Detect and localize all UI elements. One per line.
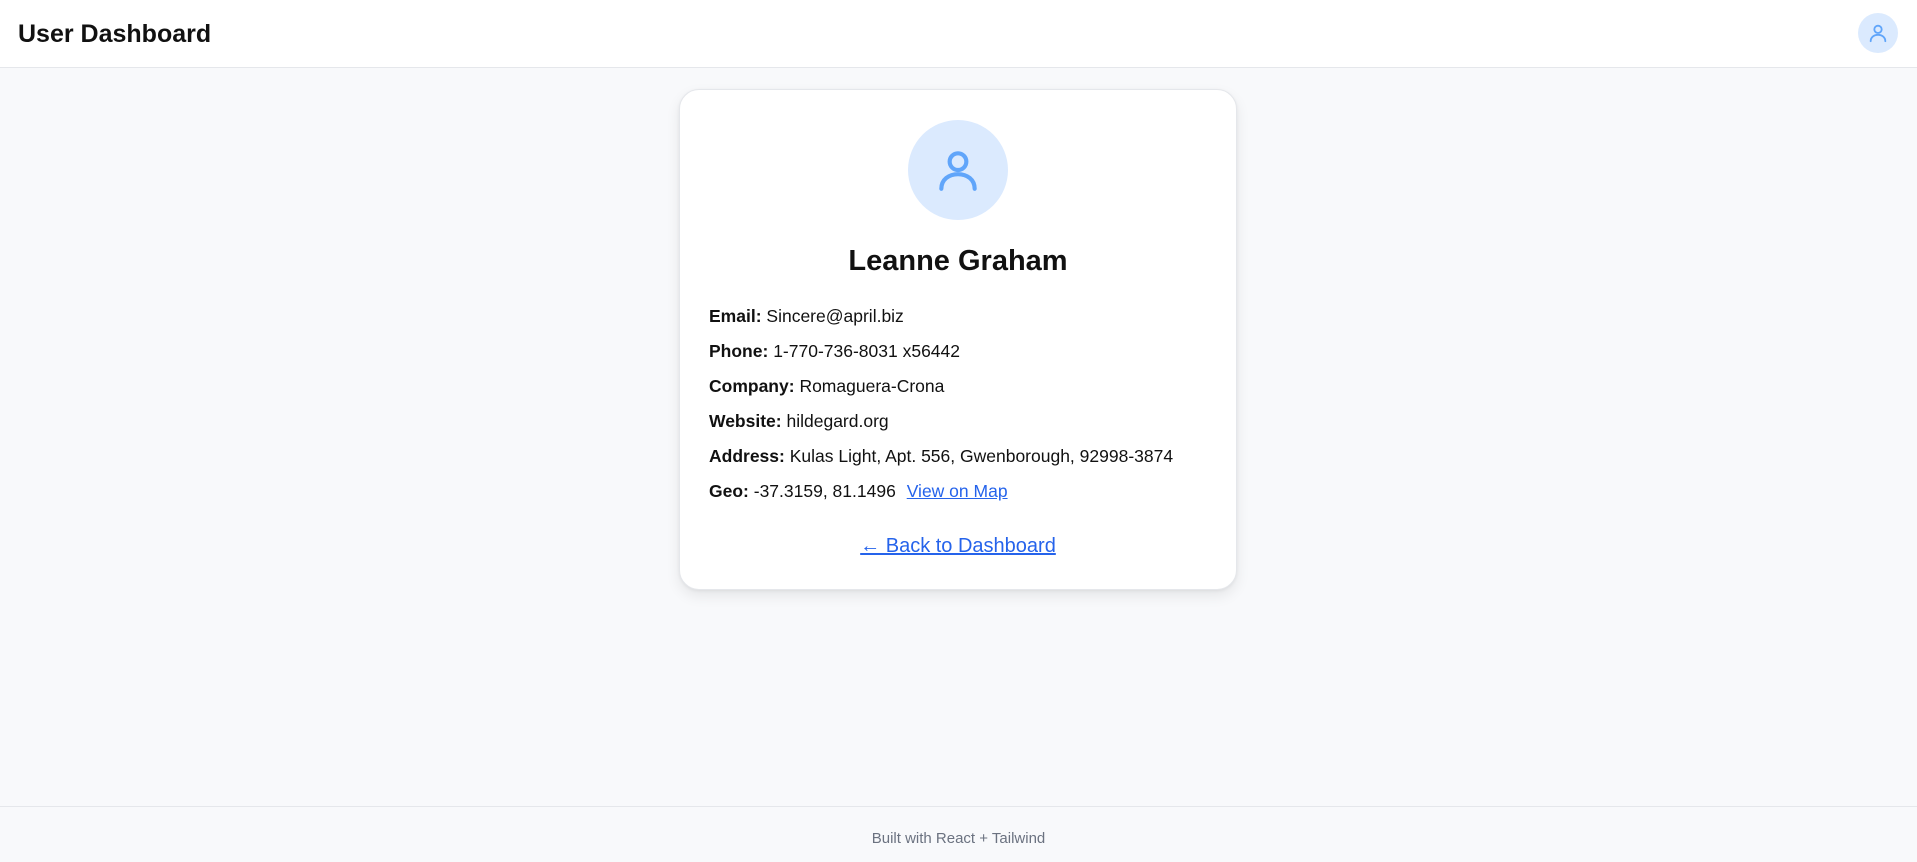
website-row: Website: hildegard.org <box>709 404 1219 439</box>
company-label: Company: <box>709 376 795 396</box>
company-value: Romaguera-Crona <box>799 376 945 396</box>
user-icon <box>1869 24 1887 43</box>
phone-value: 1-770-736-8031 x56442 <box>773 341 961 361</box>
address-value: Kulas Light, Apt. 556, Gwenborough, 9299… <box>789 446 1174 466</box>
app-title: User Dashboard <box>18 20 212 48</box>
user-name: Leanne Graham <box>848 245 1068 277</box>
geo-label: Geo: <box>709 481 749 501</box>
top-navbar: User Dashboard <box>0 0 1917 68</box>
website-label: Website: <box>709 411 782 431</box>
email-label: Email: <box>709 306 762 326</box>
email-value: Sincere@april.biz <box>766 306 904 326</box>
footer-text: Built with React + Tailwind <box>871 830 1046 847</box>
phone-label: Phone: <box>709 341 769 361</box>
phone-row: Phone: 1-770-736-8031 x56442 <box>709 334 1219 369</box>
website-value: hildegard.org <box>786 411 889 431</box>
back-link-container: ← Back to Dashboard <box>680 532 1236 560</box>
company-row: Company: Romaguera-Crona <box>709 369 1219 404</box>
geo-row: Geo: -37.3159, 81.1496 View on Map <box>709 474 1219 509</box>
footer: Built with React + Tailwind <box>0 806 1917 862</box>
email-row: Email: Sincere@april.biz <box>709 299 1219 334</box>
user-profile-card: Leanne Graham Email: Sincere@april.biz P… <box>679 89 1237 590</box>
address-label: Address: <box>709 446 785 466</box>
address-row: Address: Kulas Light, Apt. 556, Gwenboro… <box>709 439 1219 474</box>
user-icon <box>939 151 977 191</box>
profile-avatar <box>908 120 1008 220</box>
back-to-dashboard-link[interactable]: ← Back to Dashboard <box>860 535 1056 557</box>
geo-value: -37.3159, 81.1496 <box>753 481 896 501</box>
user-avatar-button[interactable] <box>1858 13 1898 53</box>
view-on-map-link[interactable]: View on Map <box>907 481 1008 501</box>
user-details: Email: Sincere@april.biz Phone: 1-770-73… <box>709 299 1219 509</box>
